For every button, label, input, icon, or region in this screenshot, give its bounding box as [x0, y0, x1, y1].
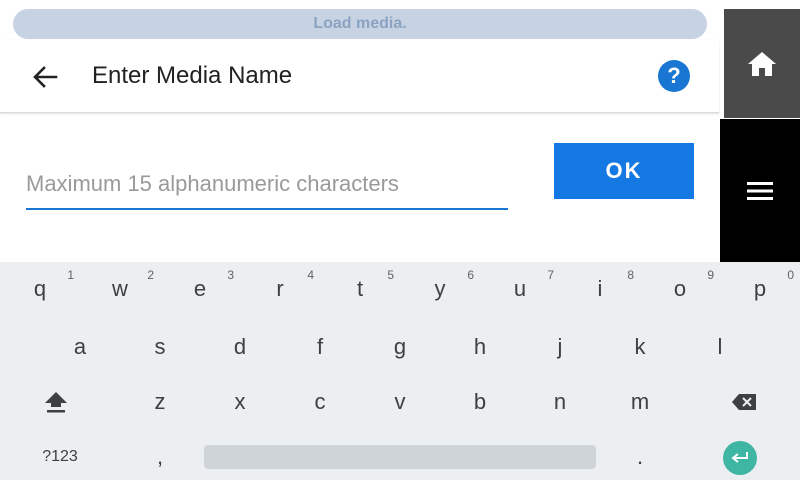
- key-label: t: [356, 276, 364, 301]
- key-label: q: [33, 276, 47, 301]
- symbols-key[interactable]: ?123: [20, 430, 100, 484]
- key-t[interactable]: t5: [320, 262, 400, 316]
- space-key[interactable]: [204, 445, 596, 469]
- key-label: o: [673, 276, 687, 301]
- key-g[interactable]: g: [360, 320, 440, 374]
- key-z[interactable]: z: [120, 375, 200, 429]
- shift-icon: [45, 392, 67, 413]
- key-label: u: [513, 276, 527, 301]
- key-f[interactable]: f: [280, 320, 360, 374]
- key-l[interactable]: l: [680, 320, 760, 374]
- key-d[interactable]: d: [200, 320, 280, 374]
- key-label: e: [193, 276, 207, 301]
- key-k[interactable]: k: [600, 320, 680, 374]
- key-hint: 3: [227, 268, 234, 282]
- help-icon[interactable]: ?: [658, 60, 690, 92]
- menu-button[interactable]: [720, 119, 800, 262]
- key-hint: 0: [787, 268, 794, 282]
- comma-key[interactable]: ,: [120, 430, 200, 484]
- status-banner: Load media.: [13, 9, 707, 39]
- key-label: p: [753, 276, 767, 301]
- key-o[interactable]: o9: [640, 262, 720, 316]
- key-hint: 9: [707, 268, 714, 282]
- key-m[interactable]: m: [600, 375, 680, 429]
- key-h[interactable]: h: [440, 320, 520, 374]
- key-hint: 7: [547, 268, 554, 282]
- key-hint: 6: [467, 268, 474, 282]
- key-v[interactable]: v: [360, 375, 440, 429]
- enter-key[interactable]: [723, 441, 757, 475]
- key-r[interactable]: r4: [240, 262, 320, 316]
- key-x[interactable]: x: [200, 375, 280, 429]
- on-screen-keyboard: q1 w2 e3 r4 t5 y6 u7 i8 o9 p0 a s d f g …: [0, 262, 800, 480]
- key-e[interactable]: e3: [160, 262, 240, 316]
- key-i[interactable]: i8: [560, 262, 640, 316]
- arrow-left-icon[interactable]: [30, 62, 60, 92]
- key-hint: 2: [147, 268, 154, 282]
- key-j[interactable]: j: [520, 320, 600, 374]
- key-u[interactable]: u7: [480, 262, 560, 316]
- key-hint: 8: [627, 268, 634, 282]
- backspace-key[interactable]: [704, 375, 784, 429]
- key-hint: 5: [387, 268, 394, 282]
- key-b[interactable]: b: [440, 375, 520, 429]
- key-n[interactable]: n: [520, 375, 600, 429]
- home-button[interactable]: [724, 9, 800, 118]
- page-title: Enter Media Name: [92, 62, 293, 89]
- media-name-input[interactable]: [26, 160, 508, 210]
- key-a[interactable]: a: [40, 320, 120, 374]
- key-q[interactable]: q1: [0, 262, 80, 316]
- backspace-icon: [732, 394, 756, 410]
- shift-key[interactable]: [16, 375, 96, 429]
- key-p[interactable]: p0: [720, 262, 800, 316]
- ok-button[interactable]: OK: [554, 143, 694, 199]
- key-s[interactable]: s: [120, 320, 200, 374]
- enter-icon: [731, 452, 748, 463]
- key-hint: 1: [67, 268, 74, 282]
- key-label: i: [597, 276, 603, 301]
- key-label: y: [434, 276, 446, 301]
- period-key[interactable]: .: [600, 430, 680, 484]
- home-icon: [748, 51, 776, 76]
- header: Enter Media Name ?: [0, 40, 719, 113]
- key-c[interactable]: c: [280, 375, 360, 429]
- key-label: r: [276, 276, 284, 301]
- key-y[interactable]: y6: [400, 262, 480, 316]
- key-w[interactable]: w2: [80, 262, 160, 316]
- key-label: w: [112, 276, 128, 301]
- key-hint: 4: [307, 268, 314, 282]
- menu-icon: [747, 181, 773, 200]
